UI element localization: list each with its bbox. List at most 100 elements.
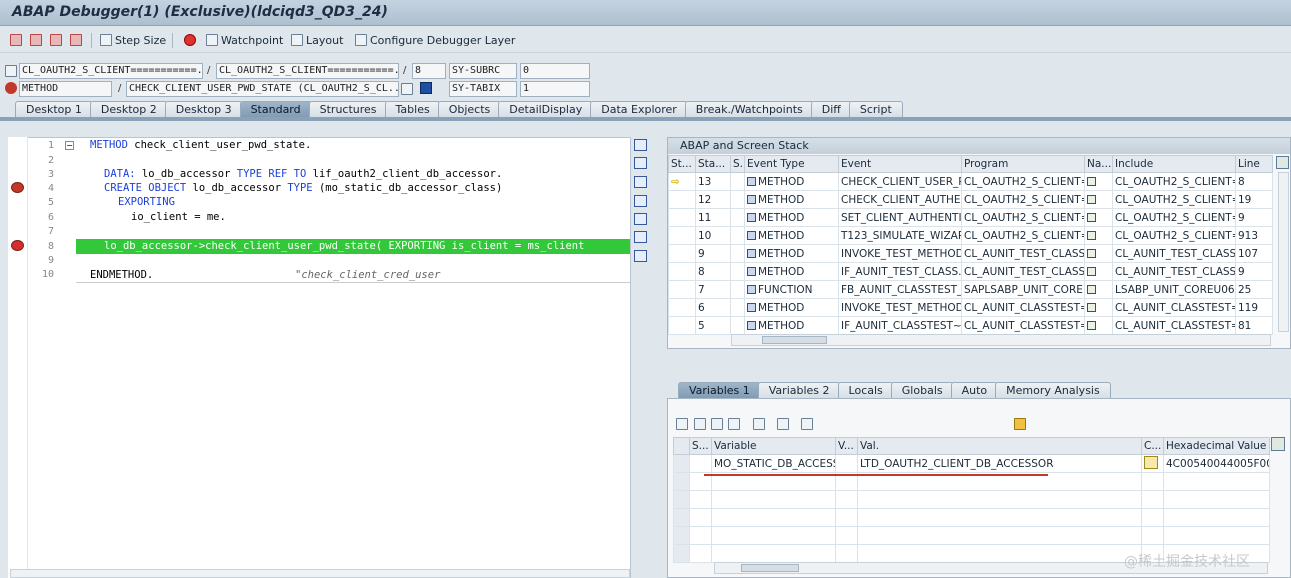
execute-icon[interactable] [30,34,42,46]
empty-cell[interactable] [711,508,836,527]
step-size-button[interactable]: Step Size [100,32,166,48]
variables-col-hex[interactable]: Hexadecimal Value [1163,437,1270,455]
stack-col-header[interactable]: Na... [1084,155,1113,173]
stack-row[interactable]: 5 METHOD IF_AUNIT_CLASSTEST~... CL_AUNIT_CL… [668,316,1273,335]
move-icon[interactable] [777,418,789,430]
empty-cell[interactable] [1163,508,1270,527]
tab-desktop-2[interactable]: Desktop 2 [89,101,168,118]
stack-row[interactable]: 10 METHOD T123_SIMULATE_WIZAR... CL_OAUTH2_… [668,226,1273,245]
variables-row[interactable]: MO_STATIC_DB_ACCESS... LTD_OAUTH2_CLIENT_… [673,454,1270,473]
tab-desktop-1[interactable]: Desktop 1 [15,101,93,118]
stack-col-header[interactable]: Event [838,155,962,173]
stack-row[interactable]: 8 METHOD IF_AUNIT_TEST_CLASS... CL_AUNIT_TE… [668,262,1273,281]
import-icon[interactable] [711,418,723,430]
navigate-icon[interactable] [1087,320,1096,330]
breakpoint-gutter[interactable] [8,137,28,578]
variables-row[interactable] [673,508,1270,527]
variables-row[interactable] [673,490,1270,509]
tab-diff[interactable]: Diff [810,101,852,118]
stack-col-header[interactable]: Line [1235,155,1273,173]
variables-row[interactable] [673,526,1270,545]
var-tab-locals[interactable]: Locals [837,382,894,399]
var-value[interactable]: LTD_OAUTH2_CLIENT_DB_ACCESSOR [857,454,1142,473]
row-selector[interactable] [673,508,690,527]
event-field[interactable]: CHECK_CLIENT_USER_PWD_STATE (CL_OAUTH2_S… [126,81,399,97]
services-icon[interactable] [634,231,647,243]
session-breakpoint-icon[interactable] [11,182,24,193]
empty-cell[interactable] [711,526,836,545]
stack-col-header[interactable]: S... [730,155,745,173]
empty-cell[interactable] [835,490,858,509]
empty-cell[interactable] [857,508,1142,527]
navigate-icon[interactable] [1087,194,1096,204]
stack-col-header[interactable]: Program [961,155,1085,173]
sy-subrc-value[interactable]: 0 [520,63,590,79]
stack-navigate[interactable] [1084,316,1113,335]
navigate-icon[interactable] [401,83,413,95]
replace-tool-icon[interactable] [634,176,647,188]
empty-cell[interactable] [857,490,1142,509]
tab-break-watchpoints[interactable]: Break./Watchpoints [684,101,814,118]
variables-col-v[interactable]: V... [835,437,858,455]
close-icon[interactable] [634,139,647,151]
line-field[interactable]: 8 [412,63,446,79]
variables-col-change[interactable]: C... [1141,437,1164,455]
source-editor[interactable] [8,137,631,578]
variables-layout-icon[interactable] [1271,437,1285,451]
row-selector[interactable] [673,526,690,545]
configure-debugger-layer-button[interactable]: Configure Debugger Layer [355,32,515,48]
tab-standard[interactable]: Standard [239,101,312,118]
tab-structures[interactable]: Structures [308,101,388,118]
stack-horizontal-scrollbar[interactable] [731,334,1271,346]
row-selector[interactable] [673,472,690,491]
empty-cell[interactable] [711,490,836,509]
stack-navigate[interactable] [1084,172,1113,191]
empty-cell[interactable] [1163,526,1270,545]
new-tool-icon[interactable] [634,157,647,169]
stack-col-header[interactable]: Include [1112,155,1236,173]
editor-scrollbar[interactable] [10,569,630,578]
navigate-icon[interactable] [1087,302,1096,312]
empty-cell[interactable] [1163,472,1270,491]
var-tab-memory-analysis[interactable]: Memory Analysis [995,382,1111,399]
variables-col-status[interactable]: S... [689,437,712,455]
stack-vertical-scrollbar[interactable] [1278,172,1289,332]
stack-row[interactable]: 9 METHOD INVOKE_TEST_METHOD CL_AUNIT_TEST_C… [668,244,1273,263]
empty-cell[interactable] [1141,472,1164,491]
var-tab-variables-1[interactable]: Variables 1 [678,382,761,399]
stack-col-header[interactable]: St... [668,155,696,173]
empty-cell[interactable] [689,490,712,509]
stack-row[interactable]: 7 FUNCTION FB_AUNIT_CLASSTEST_... SAPLSABP_… [668,280,1273,299]
settings-icon[interactable] [634,250,647,262]
tab-script[interactable]: Script [848,101,903,118]
swap-icon[interactable] [634,213,647,225]
sy-tabix-value[interactable]: 1 [520,81,590,97]
stop-button[interactable] [184,32,196,48]
empty-cell[interactable] [835,508,858,527]
var-tab-globals[interactable]: Globals [890,382,954,399]
edit-pencil-icon[interactable] [1144,455,1158,469]
stack-navigate[interactable] [1084,208,1113,227]
navigate-icon[interactable] [1087,284,1096,294]
layout-grid-icon[interactable] [1276,156,1289,169]
var-tab-variables-2[interactable]: Variables 2 [757,382,841,399]
empty-cell[interactable] [835,526,858,545]
row-selector[interactable] [673,544,690,563]
stack-navigate[interactable] [1084,298,1113,317]
expand-icon[interactable] [801,418,813,430]
return-icon[interactable] [50,34,62,46]
stack-row[interactable]: ⇨ 13 METHOD CHECK_CLIENT_USER_P... CL_OAUTH2… [668,172,1273,191]
stack-navigate[interactable] [1084,190,1113,209]
empty-cell[interactable] [1141,490,1164,509]
empty-cell[interactable] [689,544,712,563]
stack-navigate[interactable] [1084,244,1113,263]
export-icon[interactable] [728,418,740,430]
empty-cell[interactable] [1141,526,1164,545]
full-screen-icon[interactable] [634,195,647,207]
empty-cell[interactable] [689,508,712,527]
row-selector[interactable] [673,454,690,473]
delete-icon[interactable] [676,418,688,430]
save-icon[interactable] [1014,418,1026,430]
empty-cell[interactable] [1141,508,1164,527]
stack-row[interactable]: 12METHODCHECK_CLIENT_AUTHEN...CL_OAUTH2_… [668,190,1273,209]
